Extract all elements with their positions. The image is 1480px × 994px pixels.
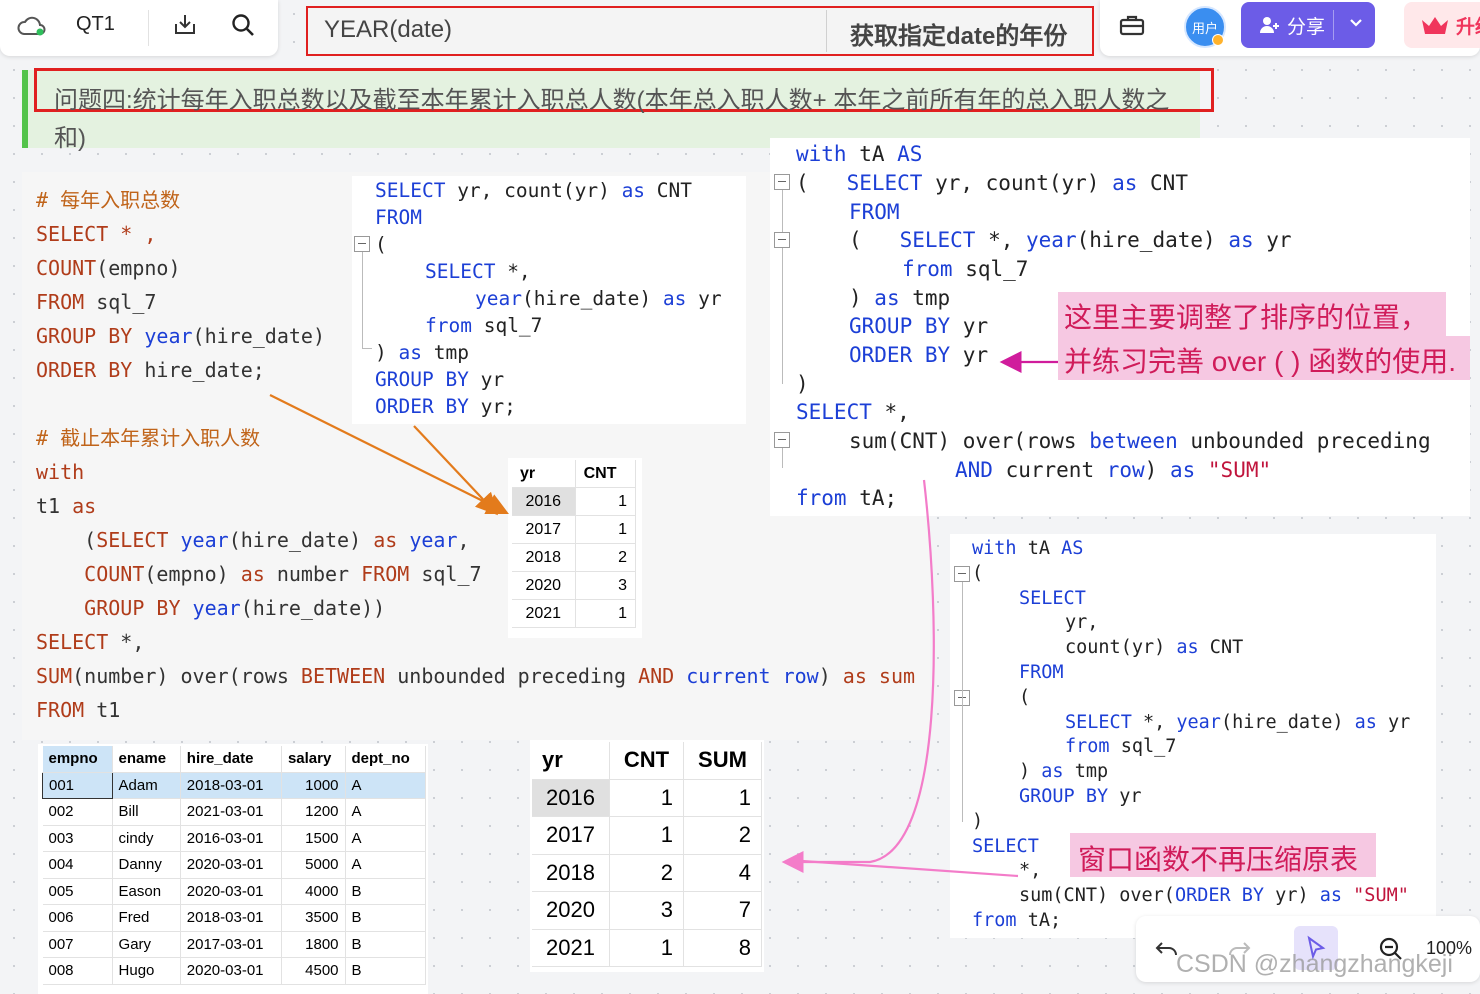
arrow-pink-1	[781, 479, 935, 873]
arrow-orange-2	[413, 425, 499, 516]
watermark: CSDN @zhangzhangkeji	[1176, 950, 1453, 978]
connector-arrows	[269, 351, 1058, 878]
arrow-orange-1	[269, 394, 509, 515]
arrow-pink-2	[787, 858, 1019, 878]
